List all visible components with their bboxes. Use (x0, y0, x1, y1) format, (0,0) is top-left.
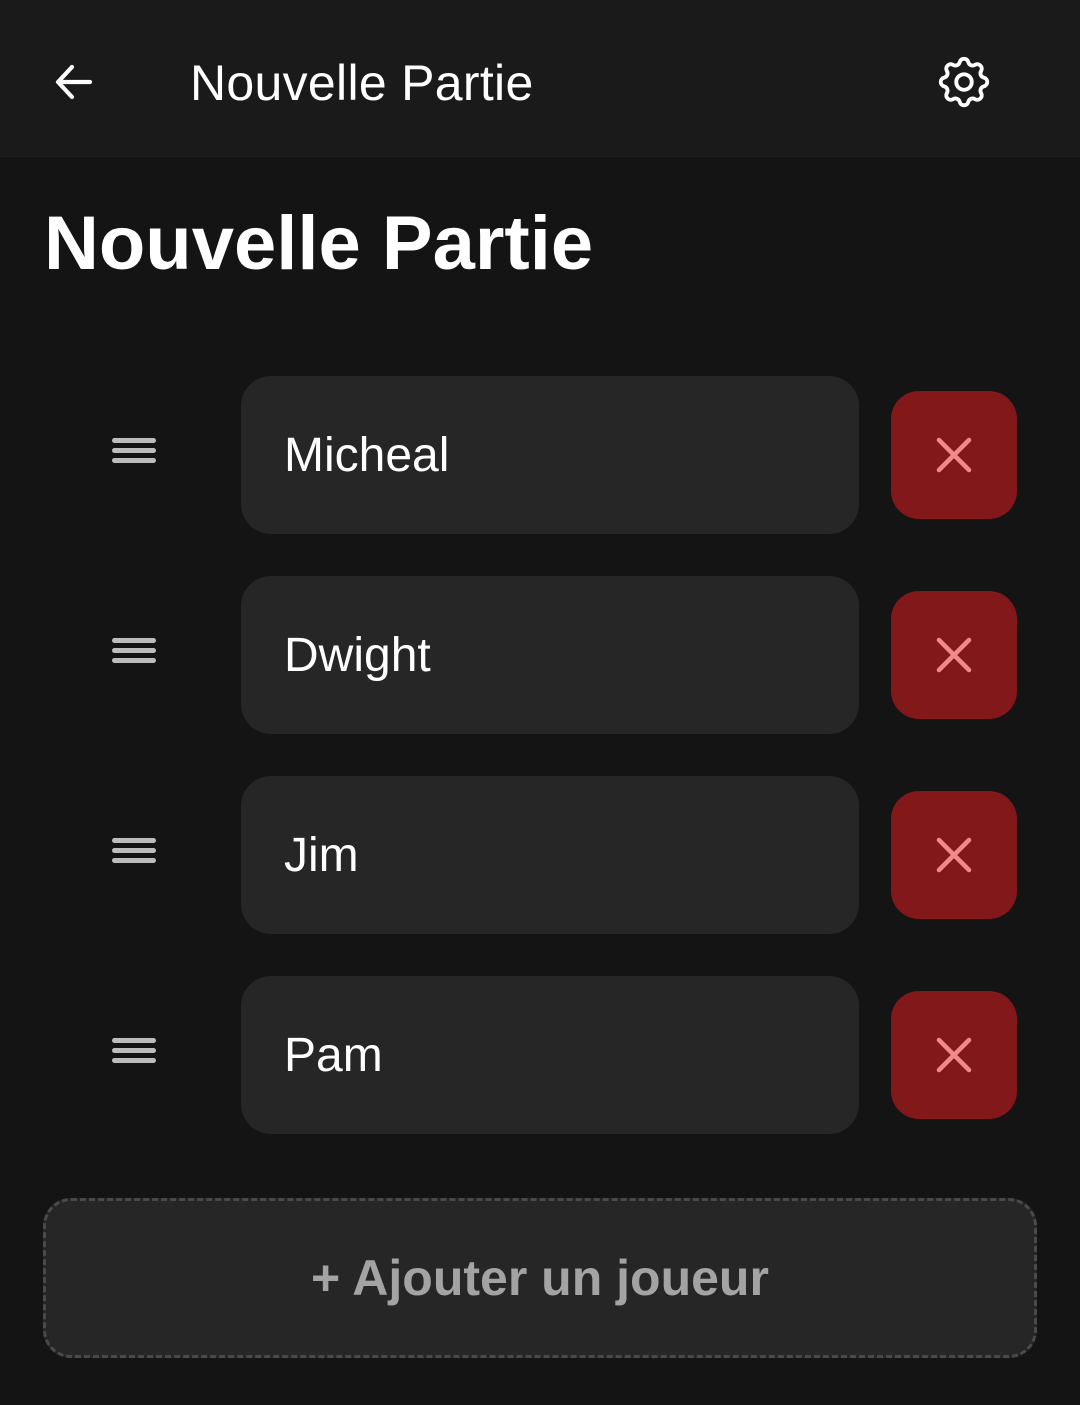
gear-icon (938, 56, 990, 108)
close-icon (936, 1037, 972, 1073)
drag-handle-icon[interactable] (112, 638, 160, 672)
remove-player-button[interactable] (891, 591, 1017, 719)
player-name-field[interactable]: Micheal (241, 376, 859, 534)
app-bar-title: Nouvelle Partie (190, 55, 534, 111)
player-row: Micheal (0, 376, 1080, 534)
drag-handle-icon[interactable] (112, 1038, 160, 1072)
player-row: Pam (0, 976, 1080, 1134)
arrow-left-icon (55, 64, 93, 100)
app-screen: Nouvelle Partie Nouvelle Partie Micheal … (0, 0, 1080, 1405)
player-name-field[interactable]: Dwight (241, 576, 859, 734)
player-name-field[interactable]: Jim (241, 776, 859, 934)
remove-player-button[interactable] (891, 991, 1017, 1119)
page-title: Nouvelle Partie (44, 201, 594, 286)
player-row: Jim (0, 776, 1080, 934)
player-list: Micheal Dwight Jim Pam (0, 376, 1080, 1176)
drag-handle-icon[interactable] (112, 838, 160, 872)
close-icon (936, 637, 972, 673)
close-icon (936, 437, 972, 473)
remove-player-button[interactable] (891, 791, 1017, 919)
add-player-button[interactable]: + Ajouter un joueur (43, 1198, 1037, 1358)
player-name-field[interactable]: Pam (241, 976, 859, 1134)
drag-handle-icon[interactable] (112, 438, 160, 472)
player-row: Dwight (0, 576, 1080, 734)
remove-player-button[interactable] (891, 391, 1017, 519)
close-icon (936, 837, 972, 873)
top-app-bar: Nouvelle Partie (0, 0, 1080, 157)
back-button[interactable] (42, 50, 106, 114)
settings-button[interactable] (928, 46, 1000, 118)
